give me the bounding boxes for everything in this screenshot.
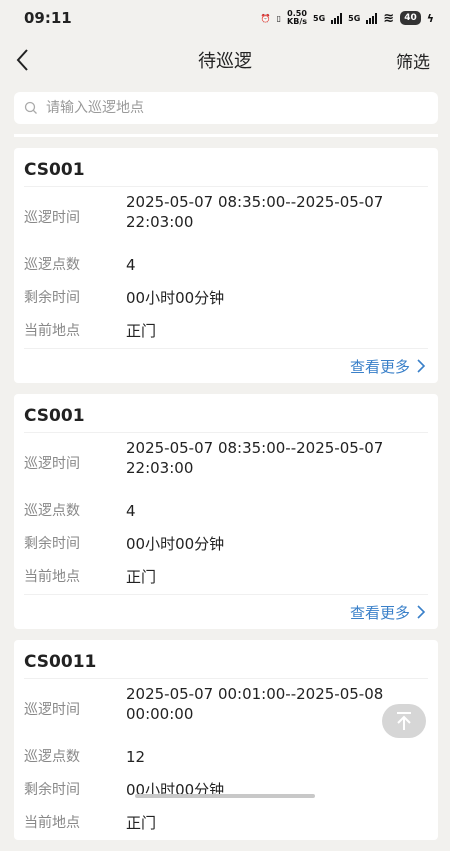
wifi-icon: ≋ (383, 10, 395, 26)
patrol-time-label: 巡逻时间 (24, 456, 80, 472)
signal-icon-2 (366, 12, 378, 24)
patrol-points-label: 巡逻点数 (24, 257, 80, 273)
view-more-label: 查看更多 (349, 603, 410, 622)
patrol-points-value: 12 (126, 748, 146, 766)
list-top-divider (14, 134, 438, 137)
card-footer: 查看更多 (24, 594, 428, 629)
search-icon (24, 101, 37, 114)
vibrate-icon: ▯ (276, 13, 282, 23)
remaining-time-row: 剩余时间 00小时00分钟 (24, 774, 428, 807)
chevron-right-icon (417, 605, 426, 619)
patrol-time-line1: 2025-05-07 08:35:00--2025-05-07 (126, 193, 384, 211)
current-location-label: 当前地点 (24, 323, 80, 339)
page-title: 待巡逻 (198, 51, 252, 72)
patrol-points-row: 巡逻点数 4 (24, 249, 428, 282)
status-icons: ⏰ ▯ 0.50 KB/s 5G 5G ≋ 40 ϟ (261, 10, 434, 26)
patrol-time-row: 巡逻时间 2025-05-07 08:35:00--2025-05-07 22:… (24, 433, 428, 495)
back-to-top-button[interactable] (382, 704, 426, 738)
remaining-time-label: 剩余时间 (24, 782, 80, 798)
patrol-points-label: 巡逻点数 (24, 749, 80, 765)
patrol-time-label: 巡逻时间 (24, 210, 80, 226)
home-indicator (135, 794, 315, 798)
patrol-card[interactable]: CS001 巡逻时间 2025-05-07 08:35:00--2025-05-… (14, 148, 438, 383)
patrol-points-label: 巡逻点数 (24, 503, 80, 519)
patrol-time-line1: 2025-05-07 00:01:00--2025-05-08 (126, 685, 384, 703)
remaining-time-value: 00小时00分钟 (126, 289, 225, 307)
signal-icon (331, 12, 343, 24)
remaining-time-value: 00小时00分钟 (126, 535, 225, 553)
patrol-time-line1: 2025-05-07 08:35:00--2025-05-07 (126, 439, 384, 457)
remaining-time-label: 剩余时间 (24, 536, 80, 552)
patrol-time-row: 巡逻时间 2025-05-07 08:35:00--2025-05-07 22:… (24, 187, 428, 249)
filter-button[interactable]: 筛选 (396, 48, 430, 73)
search-input[interactable] (44, 99, 408, 117)
patrol-points-row: 巡逻点数 12 (24, 741, 428, 774)
view-more-button[interactable]: 查看更多 (350, 602, 426, 623)
current-location-value: 正门 (126, 814, 157, 832)
current-location-row: 当前地点 正门 (24, 315, 428, 348)
battery-level: 40 (400, 11, 421, 25)
current-location-value: 正门 (126, 568, 157, 586)
patrol-time-value: 2025-05-07 08:35:00--2025-05-07 22:03:00 (126, 437, 428, 478)
patrol-points-row: 巡逻点数 4 (24, 495, 428, 528)
patrol-time-value: 2025-05-07 08:35:00--2025-05-07 22:03:00 (126, 191, 428, 232)
current-location-label: 当前地点 (24, 569, 80, 585)
patrol-card[interactable]: CS001 巡逻时间 2025-05-07 08:35:00--2025-05-… (14, 394, 438, 629)
patrol-card[interactable]: CS0011 巡逻时间 2025-05-07 00:01:00--2025-05… (14, 640, 438, 840)
alarm-icon: ⏰ (260, 13, 271, 23)
patrol-time-label: 巡逻时间 (24, 702, 80, 718)
network-type-2: 5G (348, 13, 361, 23)
patrol-id: CS001 (24, 394, 428, 433)
current-location-row: 当前地点 正门 (24, 561, 428, 594)
patrol-time-line2: 22:03:00 (126, 459, 194, 477)
current-location-row: 当前地点 正门 (24, 807, 428, 840)
charging-icon: ϟ (426, 11, 434, 25)
patrol-id: CS0011 (24, 640, 428, 679)
arrow-up-icon (397, 712, 411, 730)
remaining-time-row: 剩余时间 00小时00分钟 (24, 528, 428, 561)
remaining-time-row: 剩余时间 00小时00分钟 (24, 282, 428, 315)
status-bar: 09:11 ⏰ ▯ 0.50 KB/s 5G 5G ≋ 40 ϟ (0, 0, 450, 36)
network-speed: 0.50 KB/s (287, 9, 308, 26)
back-arrow-icon[interactable] (12, 46, 36, 74)
view-more-label: 查看更多 (349, 357, 410, 376)
current-location-label: 当前地点 (24, 815, 80, 831)
status-time: 09:11 (24, 9, 72, 27)
card-footer: 查看更多 (24, 348, 428, 383)
patrol-points-value: 4 (126, 256, 136, 274)
patrol-time-row: 巡逻时间 2025-05-07 00:01:00--2025-05-08 00:… (24, 679, 428, 741)
patrol-time-line2: 22:03:00 (126, 213, 194, 231)
current-location-value: 正门 (126, 322, 157, 340)
patrol-id: CS001 (24, 148, 428, 187)
patrol-points-value: 4 (126, 502, 136, 520)
remaining-time-label: 剩余时间 (24, 290, 80, 306)
nav-bar: 待巡逻 筛选 (0, 38, 450, 82)
chevron-right-icon (417, 359, 426, 373)
search-box (14, 92, 438, 124)
patrol-list: CS001 巡逻时间 2025-05-07 08:35:00--2025-05-… (14, 148, 438, 851)
view-more-button[interactable]: 查看更多 (350, 356, 426, 377)
network-type-1: 5G (313, 13, 326, 23)
